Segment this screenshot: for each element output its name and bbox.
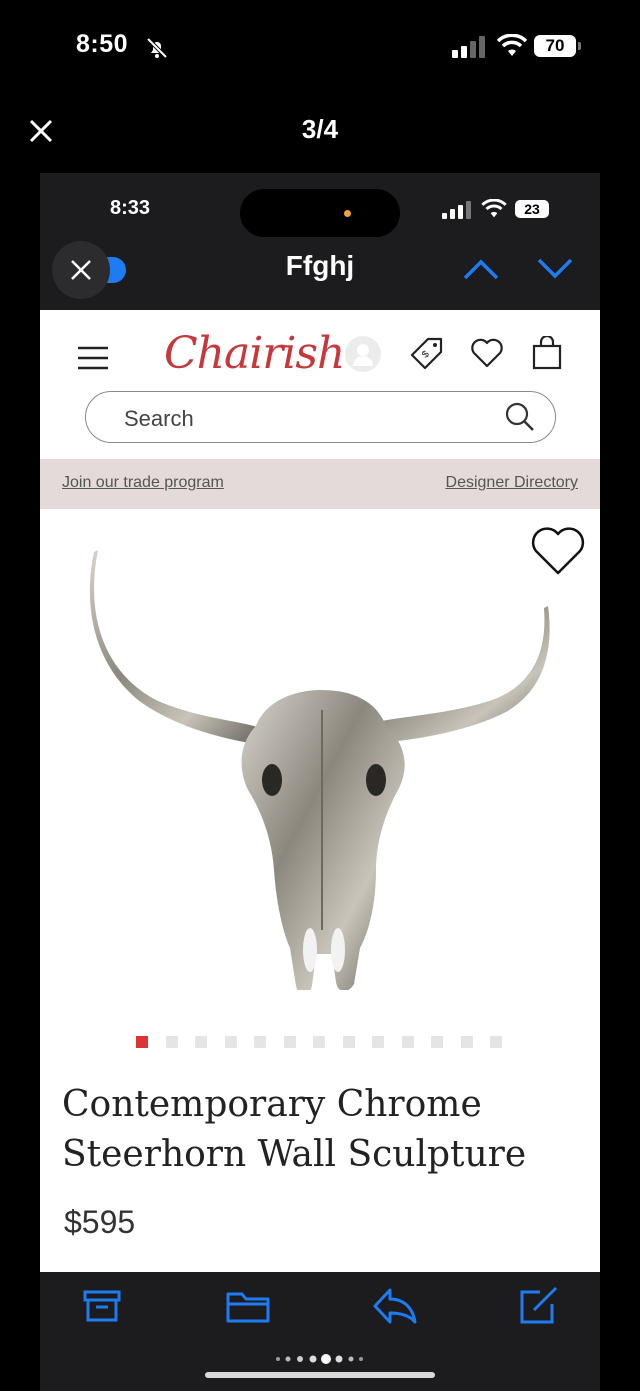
page-dots-icon bbox=[274, 1352, 366, 1371]
web-page: Chairish $ Search Join our trade program… bbox=[40, 310, 600, 1272]
trade-bar: Join our trade program Designer Director… bbox=[40, 459, 600, 509]
battery-tip bbox=[578, 42, 581, 50]
svg-text:$: $ bbox=[420, 349, 432, 361]
wifi-icon bbox=[496, 33, 528, 63]
carousel-dot[interactable] bbox=[136, 1036, 148, 1048]
battery-icon: 70 bbox=[534, 35, 576, 57]
image-counter: 3/4 bbox=[301, 114, 339, 144]
product-title: Contemporary Chrome Steerhorn Wall Sculp… bbox=[62, 1080, 582, 1180]
mail-toolbar bbox=[40, 1272, 600, 1391]
privacy-indicator bbox=[344, 210, 351, 217]
search-input[interactable]: Search bbox=[124, 406, 194, 432]
battery-icon: 23 bbox=[515, 200, 549, 218]
wifi-icon bbox=[481, 198, 507, 224]
shopping-bag-icon[interactable] bbox=[532, 334, 562, 375]
product-price: $595 bbox=[64, 1204, 136, 1240]
folder-icon[interactable] bbox=[225, 1286, 271, 1331]
carousel-dot[interactable] bbox=[490, 1036, 502, 1048]
carousel-dot[interactable] bbox=[372, 1036, 384, 1048]
carousel-dot[interactable] bbox=[431, 1036, 443, 1048]
reply-icon[interactable] bbox=[372, 1286, 418, 1331]
archive-icon[interactable] bbox=[82, 1286, 122, 1331]
carousel-dot[interactable] bbox=[460, 1036, 473, 1048]
carousel-dot[interactable] bbox=[283, 1036, 296, 1048]
home-indicator bbox=[205, 1372, 435, 1378]
search-bar[interactable]: Search bbox=[85, 391, 556, 443]
account-icon[interactable] bbox=[345, 336, 381, 372]
signal-icon bbox=[442, 201, 472, 224]
screenshot-image: 8:33 23 Ffghj Chairish $ Search Join our… bbox=[40, 173, 600, 1391]
carousel-dot[interactable] bbox=[195, 1036, 207, 1048]
product-image[interactable] bbox=[86, 550, 556, 995]
product-title-line2: Steerhorn Wall Sculpture bbox=[62, 1134, 527, 1175]
carousel-dot[interactable] bbox=[224, 1036, 237, 1048]
close-icon[interactable] bbox=[28, 118, 54, 149]
image-carousel-dots[interactable] bbox=[136, 1035, 520, 1053]
close-button[interactable] bbox=[52, 241, 110, 299]
site-logo[interactable]: Chairish bbox=[164, 328, 345, 379]
hamburger-menu-icon[interactable] bbox=[78, 346, 108, 375]
product-title-line1: Contemporary Chrome bbox=[62, 1084, 482, 1125]
heart-icon[interactable] bbox=[470, 338, 504, 373]
chevron-down-icon[interactable] bbox=[536, 257, 574, 286]
message-title: Ffghj bbox=[285, 250, 355, 281]
trade-program-link[interactable]: Join our trade program bbox=[62, 474, 224, 492]
carousel-dot[interactable] bbox=[342, 1036, 355, 1048]
tag-icon[interactable]: $ bbox=[410, 336, 444, 375]
carousel-dot[interactable] bbox=[313, 1036, 325, 1048]
carousel-dot[interactable] bbox=[254, 1036, 266, 1048]
search-icon[interactable] bbox=[504, 401, 536, 438]
designer-directory-link[interactable]: Designer Directory bbox=[446, 474, 578, 492]
dynamic-island bbox=[240, 189, 400, 237]
compose-icon[interactable] bbox=[518, 1286, 560, 1331]
bell-slash-icon bbox=[145, 36, 169, 65]
carousel-dot[interactable] bbox=[165, 1036, 178, 1048]
signal-icon bbox=[452, 36, 488, 63]
chevron-up-icon[interactable] bbox=[462, 257, 500, 286]
status-time: 8:50 bbox=[76, 30, 129, 58]
carousel-dot[interactable] bbox=[401, 1036, 414, 1048]
inner-status-time: 8:33 bbox=[110, 197, 151, 219]
